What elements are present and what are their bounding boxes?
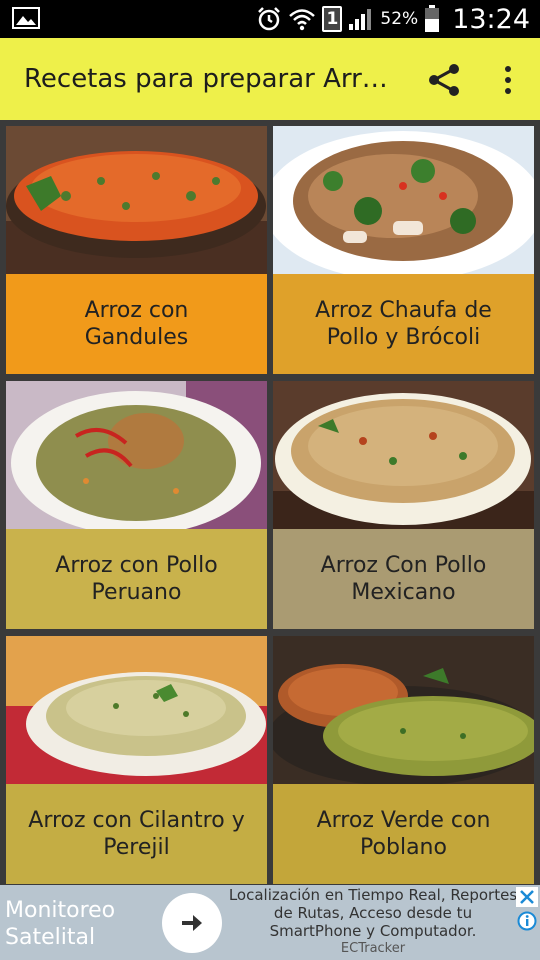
recipe-card[interactable]: Arroz Chaufa de Pollo y Brócoli <box>273 126 534 374</box>
clock: 13:24 <box>452 3 530 35</box>
recipe-photo <box>273 636 534 784</box>
image-icon <box>12 7 40 29</box>
recipe-label: Arroz Chaufa de Pollo y Brócoli <box>273 274 534 374</box>
battery-icon <box>425 5 440 32</box>
recipe-title-line1: Arroz con Pollo <box>55 553 218 578</box>
recipe-title-line2: Gandules <box>84 325 189 350</box>
info-icon[interactable] <box>517 911 537 931</box>
recipe-title-line1: Arroz Chaufa de <box>315 298 492 323</box>
arrow-right-icon <box>182 915 202 931</box>
recipe-title-line1: Arroz con Cilantro y <box>28 808 245 833</box>
recipe-photo <box>6 636 267 784</box>
sim-badge: 1 <box>326 9 339 29</box>
ad-go-button[interactable] <box>162 893 222 953</box>
share-icon[interactable] <box>424 62 464 98</box>
ad-description: Localización en Tiempo Real, Reportes de… <box>228 886 518 940</box>
recipe-title-line1: Arroz Con Pollo <box>320 553 487 578</box>
recipe-title-line1: Arroz Verde con <box>316 808 491 833</box>
overflow-menu-icon[interactable] <box>496 62 520 98</box>
recipe-card[interactable]: Arroz Verde con Poblano <box>273 636 534 884</box>
recipe-grid: Arroz con Gandules Arroz Chaufa de Pollo y… <box>0 120 540 885</box>
close-icon[interactable] <box>516 887 538 907</box>
recipe-label: Arroz con Gandules <box>6 274 267 374</box>
recipe-title-line2: Poblano <box>360 835 447 860</box>
recipe-card[interactable]: Arroz Con Pollo Mexicano <box>273 381 534 629</box>
recipe-title-line2: Mexicano <box>351 580 456 605</box>
battery-percent: 52% <box>380 9 419 29</box>
alarm-icon <box>258 7 281 31</box>
recipe-title-line2: Pollo y Brócoli <box>326 325 481 350</box>
recipe-title-line2: Peruano <box>91 580 182 605</box>
recipe-label: Arroz con Pollo Peruano <box>6 529 267 629</box>
recipe-card[interactable]: Arroz con Pollo Peruano <box>6 381 267 629</box>
recipe-card[interactable]: Arroz con Cilantro y Perejil <box>6 636 267 884</box>
recipe-title-line2: Perejil <box>103 835 170 860</box>
recipe-card[interactable]: Arroz con Gandules <box>6 126 267 374</box>
recipe-photo <box>273 381 534 529</box>
recipe-label: Arroz Verde con Poblano <box>273 784 534 884</box>
recipe-photo <box>6 126 267 274</box>
ad-banner[interactable]: Monitoreo Satelital Localización en Tiem… <box>0 885 540 960</box>
recipe-title-line1: Arroz con <box>84 298 189 323</box>
app-bar: Recetas para preparar Arr… <box>0 38 540 120</box>
recipe-photo <box>6 381 267 529</box>
ad-brand: ECTracker <box>340 941 406 956</box>
status-bar: 1 52% 13:24 <box>0 0 540 38</box>
recipe-label: Arroz Con Pollo Mexicano <box>273 529 534 629</box>
sim-icon: 1 <box>322 6 343 32</box>
recipe-label: Arroz con Cilantro y Perejil <box>6 784 267 884</box>
ad-title: Monitoreo Satelital <box>5 898 116 950</box>
wifi-icon <box>289 9 316 31</box>
app-title: Recetas para preparar Arr… <box>24 64 388 94</box>
signal-icon <box>349 9 372 30</box>
recipe-photo <box>273 126 534 274</box>
